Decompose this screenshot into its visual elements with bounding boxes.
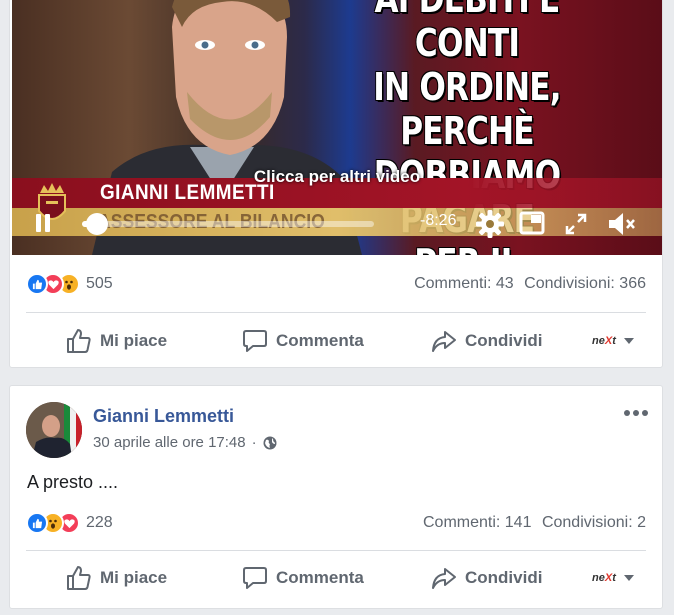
picture-in-picture-icon[interactable] <box>519 211 545 235</box>
video-progress-bar[interactable] <box>82 213 374 235</box>
volume-muted-icon[interactable] <box>606 210 636 238</box>
fullscreen-icon[interactable] <box>564 212 588 236</box>
post-meta: 30 aprile alle ore 17:48 · <box>93 434 277 451</box>
comment-button[interactable]: Commenta <box>242 556 364 600</box>
comment-icon <box>243 567 267 589</box>
divider <box>26 550 646 551</box>
video-post-card: AI DEBITI E CONTI IN ORDINE, PERCHÈ DOBB… <box>9 0 663 368</box>
like-label: Mi piace <box>100 331 168 350</box>
avatar[interactable] <box>26 402 82 458</box>
next-logo: neXt <box>592 335 616 347</box>
shares-count[interactable]: Condivisioni: 366 <box>524 275 646 292</box>
like-label: Mi piace <box>100 568 168 587</box>
like-icon <box>26 273 48 295</box>
video-progress-handle[interactable] <box>85 213 108 235</box>
post-actions: Mi piace Commenta Condividi neXt <box>26 319 646 363</box>
next-logo: neXt <box>592 572 616 584</box>
post-body: A presto .... <box>27 472 119 492</box>
meta-separator: · <box>251 434 257 451</box>
share-icon <box>432 568 456 589</box>
shares-count[interactable]: Condivisioni: 2 <box>542 514 646 531</box>
chevron-down-icon <box>623 338 634 344</box>
share-label: Condividi <box>465 568 543 587</box>
post-actions: Mi piace Commenta Condividi neXt <box>26 556 646 600</box>
text-post-card: Gianni Lemmetti 30 aprile alle ore 17:48… <box>9 385 663 609</box>
thumbs-up-icon <box>67 329 91 353</box>
share-button[interactable]: Condividi <box>431 556 542 600</box>
page-selector-button[interactable]: neXt <box>592 319 636 363</box>
more-videos-link[interactable]: Clicca per altri video <box>12 167 662 187</box>
time-remaining: -8:26 <box>420 212 457 229</box>
comment-icon <box>243 330 267 352</box>
share-label: Condividi <box>465 331 543 350</box>
comments-count[interactable]: Commenti: 141 <box>423 514 532 531</box>
chevron-down-icon <box>623 575 634 581</box>
reaction-count[interactable]: 228 <box>86 512 113 534</box>
comment-button[interactable]: Commenta <box>242 319 364 363</box>
page-selector-button[interactable]: neXt <box>592 556 636 600</box>
video-player[interactable]: AI DEBITI E CONTI IN ORDINE, PERCHÈ DOBB… <box>12 0 662 255</box>
gear-icon[interactable] <box>475 209 505 239</box>
share-icon <box>432 331 456 352</box>
pause-icon[interactable] <box>34 214 52 234</box>
like-icon <box>26 512 48 534</box>
comment-label: Commenta <box>276 568 364 587</box>
comments-count[interactable]: Commenti: 43 <box>414 275 514 292</box>
share-button[interactable]: Condividi <box>431 319 542 363</box>
thumbs-up-icon <box>67 566 91 590</box>
video-controls: -8:26 <box>12 205 662 241</box>
reactions-summary[interactable]: 228 <box>26 512 113 534</box>
post-timestamp[interactable]: 30 aprile alle ore 17:48 <box>93 434 246 451</box>
like-button[interactable]: Mi piace <box>66 319 167 363</box>
more-options-icon[interactable] <box>624 408 650 418</box>
divider <box>26 312 646 313</box>
post-stats: Commenti: 141 Condivisioni: 2 <box>417 512 646 534</box>
post-stats: Commenti: 43 Condivisioni: 366 <box>408 273 646 295</box>
globe-icon[interactable] <box>263 436 277 450</box>
reaction-count[interactable]: 505 <box>86 273 113 295</box>
post-author-link[interactable]: Gianni Lemmetti <box>93 406 234 427</box>
comment-label: Commenta <box>276 331 364 350</box>
reactions-row: 505 Commenti: 43 Condivisioni: 366 <box>26 269 646 299</box>
reactions-summary[interactable]: 505 <box>26 273 113 295</box>
reactions-row: 228 Commenti: 141 Condivisioni: 2 <box>26 508 646 538</box>
like-button[interactable]: Mi piace <box>66 556 167 600</box>
